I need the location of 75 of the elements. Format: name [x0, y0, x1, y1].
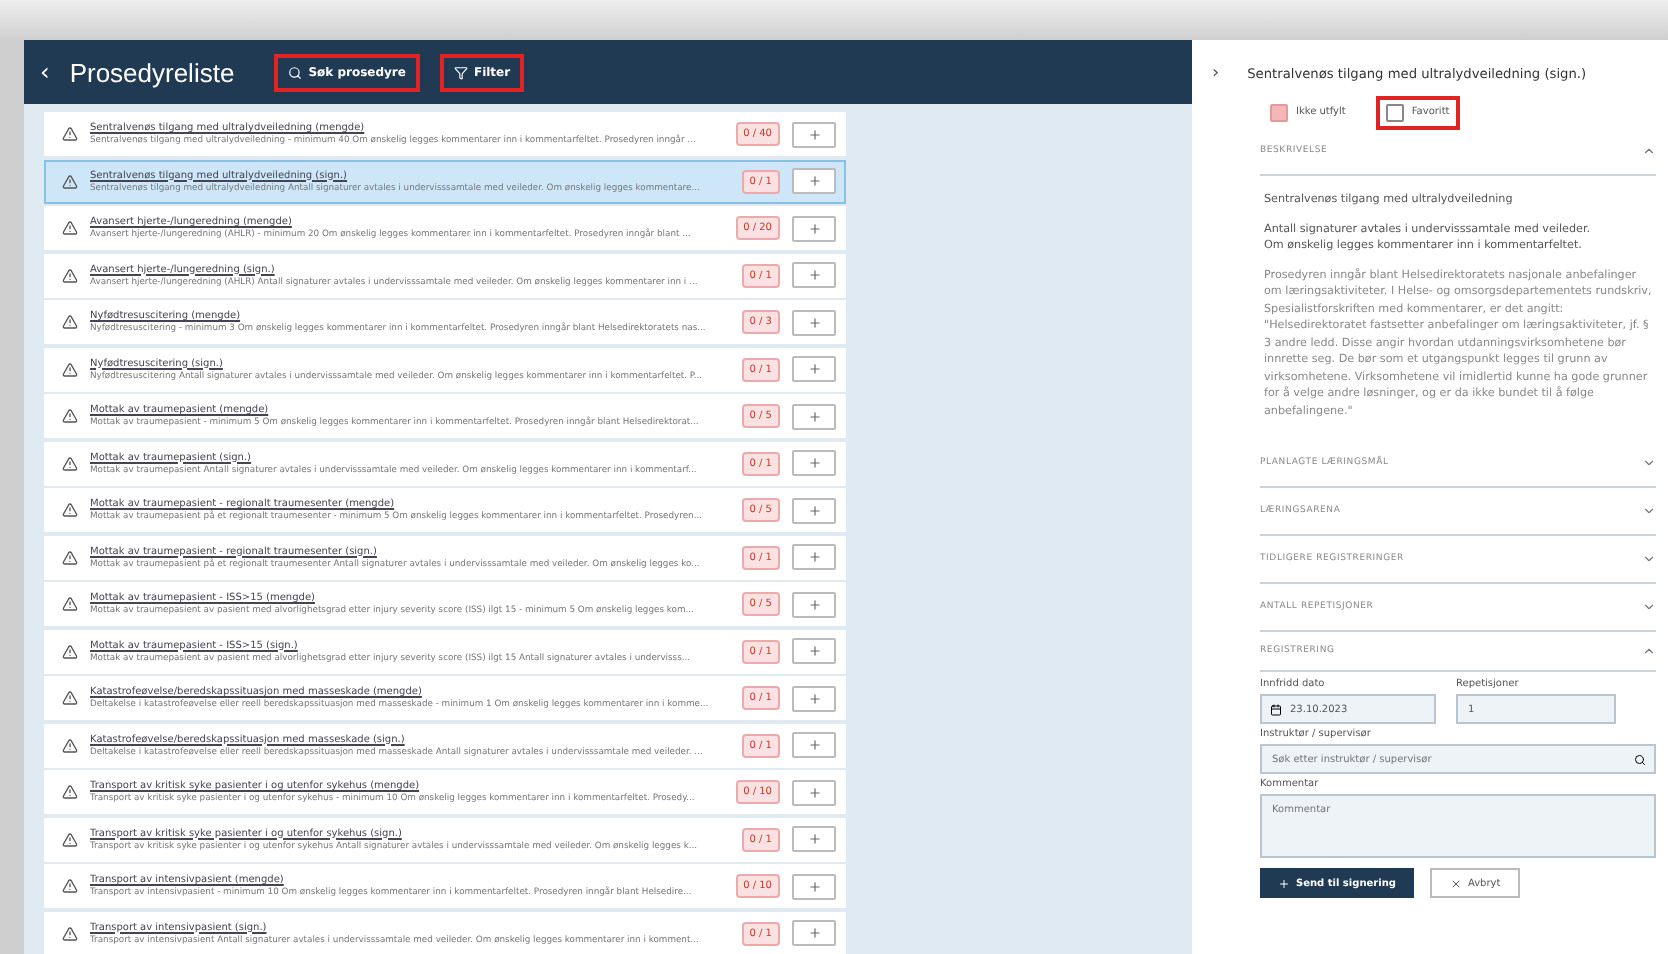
checkbox[interactable]: [1270, 103, 1288, 121]
warning-icon: [62, 831, 78, 847]
plus-icon: [807, 456, 821, 470]
add-button[interactable]: [792, 403, 836, 429]
plus-icon: [807, 738, 821, 752]
chevron-icon: [1642, 644, 1656, 658]
add-button[interactable]: [792, 215, 836, 241]
add-button[interactable]: [792, 497, 836, 523]
search-icon: [288, 65, 303, 79]
warning-icon: [62, 455, 78, 471]
plus-icon: [807, 127, 821, 141]
add-button[interactable]: [792, 779, 836, 805]
page-title: Prosedyreliste: [69, 57, 235, 87]
add-button[interactable]: [792, 121, 836, 147]
chevron-icon: [1642, 504, 1656, 518]
add-button[interactable]: [792, 356, 836, 382]
warning-icon: [62, 878, 78, 894]
chevron-icon: [1642, 456, 1656, 470]
search-icon: [1634, 753, 1646, 765]
plus-icon: [807, 785, 821, 799]
add-button[interactable]: [792, 544, 836, 570]
plus-icon: [807, 174, 821, 188]
procedure-row[interactable]: [44, 770, 846, 814]
warning-icon: [62, 925, 78, 941]
plus-icon: [807, 315, 821, 329]
warning-icon: [62, 267, 78, 283]
plus-icon: [807, 926, 821, 940]
warning-icon: [62, 361, 78, 377]
plus-icon: [807, 268, 821, 282]
add-button[interactable]: [792, 309, 836, 335]
chevron-icon: [1642, 600, 1656, 614]
plus-icon: [807, 879, 821, 893]
warning-icon: [62, 408, 78, 424]
add-button[interactable]: [792, 168, 836, 194]
add-button[interactable]: [792, 638, 836, 664]
warning-icon: [62, 643, 78, 659]
add-button[interactable]: [792, 920, 836, 946]
plus-icon: [807, 644, 821, 658]
plus-icon: [807, 691, 821, 705]
back-button[interactable]: ‹: [40, 58, 50, 86]
add-button[interactable]: [792, 262, 836, 288]
add-button[interactable]: [792, 873, 836, 899]
procedure-row[interactable]: [44, 817, 846, 861]
warning-icon: [62, 126, 78, 142]
funnel-icon: [453, 65, 468, 79]
add-button[interactable]: [792, 685, 836, 711]
plus-icon: [807, 597, 821, 611]
warning-icon: [62, 502, 78, 518]
add-button[interactable]: [792, 450, 836, 476]
warning-icon: [62, 737, 78, 753]
warning-icon: [62, 220, 78, 236]
warning-icon: [62, 690, 78, 706]
close-icon: [1449, 877, 1462, 889]
plus-icon: [807, 550, 821, 564]
calendar-icon: [1270, 703, 1282, 715]
procedure-row[interactable]: [44, 723, 846, 767]
warning-icon: [62, 784, 78, 800]
plus-icon: [1278, 877, 1290, 889]
collapse-button[interactable]: ›: [1212, 64, 1220, 84]
procedure-row[interactable]: [44, 676, 846, 720]
plus-icon: [807, 503, 821, 517]
add-button[interactable]: [792, 732, 836, 758]
chevron-icon: [1642, 144, 1656, 158]
add-button[interactable]: [792, 826, 836, 852]
plus-icon: [807, 409, 821, 423]
warning-icon: [62, 314, 78, 330]
warning-icon: [62, 173, 78, 189]
warning-icon: [62, 549, 78, 565]
checkbox[interactable]: [1385, 103, 1404, 121]
plus-icon: [807, 362, 821, 376]
chevron-icon: [1642, 552, 1656, 566]
add-button[interactable]: [792, 591, 836, 617]
plus-icon: [807, 221, 821, 235]
warning-icon: [62, 596, 78, 612]
plus-icon: [807, 832, 821, 846]
